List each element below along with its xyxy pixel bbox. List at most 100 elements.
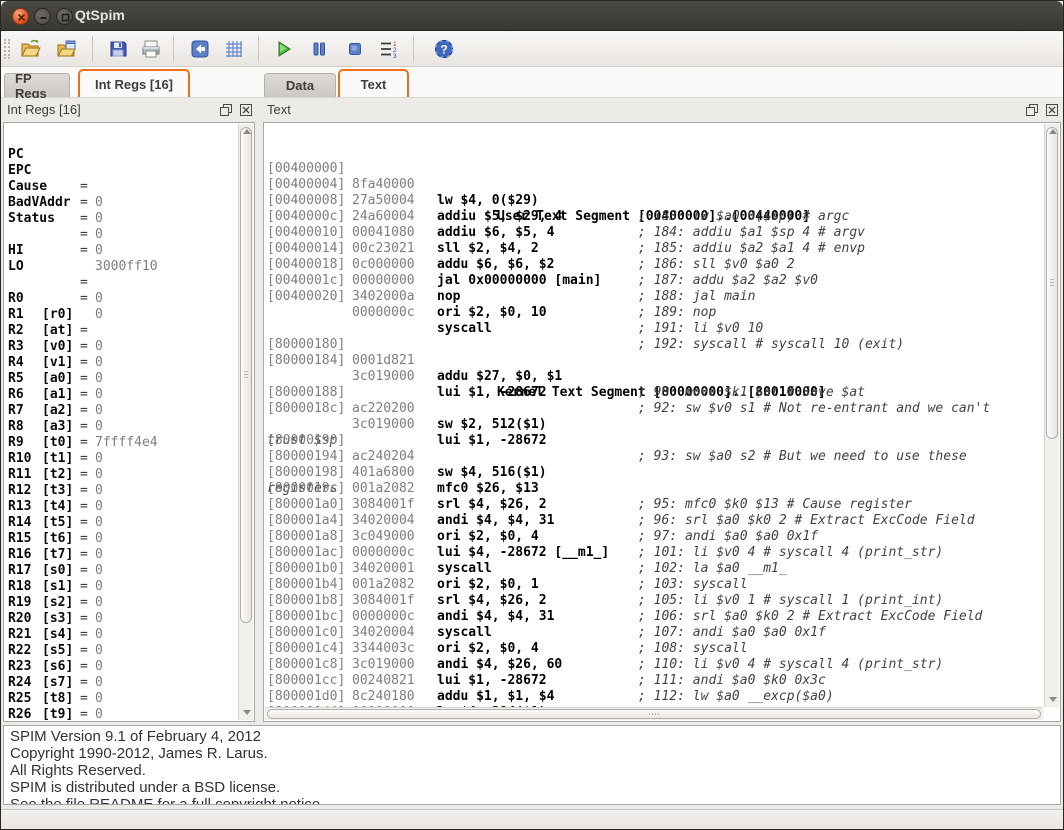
disassembly-line: [800001c8] 00240821 addu $1, $1, $4 [264, 641, 1060, 657]
float-panel-button[interactable] [219, 103, 233, 117]
tab-int-regs[interactable]: Int Regs [16] [78, 69, 190, 97]
disassembly-line: [800001a4] 3c049000 lui $4, -28672 [__m1… [264, 497, 1060, 513]
reinitialize-load-button[interactable] [54, 35, 80, 63]
console-line: SPIM Version 9.1 of February 4, 2012 [10, 728, 1054, 745]
register-row: R26 [k0] = 0 [4, 691, 254, 707]
registers-button[interactable] [221, 35, 247, 63]
undo-button[interactable] [187, 35, 213, 63]
register-row: Status = 3000ff10 [4, 195, 254, 211]
maximize-icon [59, 11, 72, 24]
toolbar-separator [413, 36, 414, 62]
disassembly-line: [0040000c] 00041080 sll $2, $4, 2 ; 186:… [264, 193, 1060, 209]
scroll-up-arrow-icon[interactable] [243, 129, 251, 134]
disassembly-line: [800001b4] 3084001f andi $4, $4, 31 ; 10… [264, 561, 1060, 577]
register-row: R24 [t8] = 0 [4, 659, 254, 675]
disassembly-line: [00400010] 00c23021 addu $6, $6, $2 ; 18… [264, 209, 1060, 225]
disassembly-line [264, 289, 1060, 305]
print-icon [140, 38, 162, 60]
register-row: R11 [t3] = 0 [4, 451, 254, 467]
close-panel-button[interactable] [239, 103, 253, 117]
close-panel-button[interactable] [1045, 103, 1059, 117]
register-row: R21 [s5] = 0 [4, 611, 254, 627]
disassembly-line: [800001a0] 34020004 ori $2, $0, 4 ; 101:… [264, 481, 1060, 497]
scrollbar-thumb[interactable] [267, 709, 1041, 719]
pause-button[interactable] [306, 35, 332, 63]
register-row: R25 [t9] = 0 [4, 675, 254, 691]
minimize-button[interactable] [34, 8, 51, 25]
tab-label: Data [286, 78, 314, 93]
register-row: R20 [s4] = 0 [4, 595, 254, 611]
text-vertical-scrollbar[interactable] [1044, 124, 1059, 707]
scroll-up-arrow-icon[interactable] [1049, 129, 1057, 134]
print-button[interactable] [138, 35, 164, 63]
main-area: Int Regs [16] PC [1, 98, 1063, 724]
register-row: Cause = 0 [4, 163, 254, 179]
register-row: R13 [t5] = 0 [4, 483, 254, 499]
maximize-button[interactable] [56, 8, 73, 25]
register-row: EPC = 0 [4, 147, 254, 163]
disassembly-line: trust $sp [264, 353, 1060, 369]
titlebar: QtSpim [1, 1, 1063, 31]
register-row: = [4, 211, 254, 227]
disassembly-line: [800001c0] 3344003c andi $4, $26, 60 ; 1… [264, 609, 1060, 625]
disassembly-line: [800001cc] 8c240180 lw $4, 384($1) [264, 657, 1060, 673]
register-row: R5 [a1] = 0 [4, 355, 254, 371]
console-line: All Rights Reserved. [10, 762, 1054, 779]
scroll-down-arrow-icon[interactable] [243, 710, 251, 715]
toolbar-drag-handle[interactable] [4, 39, 10, 59]
float-icon [219, 103, 233, 117]
register-row: R23 [s7] = 0 [4, 643, 254, 659]
open-file-button[interactable] [18, 35, 44, 63]
step-list-icon: 1 2 3 [379, 39, 399, 59]
scrollbar-thumb[interactable] [1046, 127, 1058, 439]
help-icon: ? [434, 39, 454, 59]
int-regs-content: PC = 0 EPC = 0 [3, 122, 255, 722]
disassembly-line: [00400000] 8fa40000 lw $4, 0($29) ; 183:… [264, 145, 1060, 161]
play-icon [275, 40, 293, 58]
close-panel-icon [1045, 103, 1059, 117]
panel-title: Text [267, 102, 291, 117]
disassembly-line: [0040001c] 3402000a ori $2, $0, 10 ; 191… [264, 257, 1060, 273]
tab-label: FP Regs [15, 71, 59, 101]
panel-title: Int Regs [16] [7, 102, 81, 117]
text-content: User Text Segment [00400000]..[00440000]… [263, 122, 1061, 722]
float-icon [1025, 103, 1039, 117]
register-row: BadVAddr = 0 [4, 179, 254, 195]
disassembly-line: [80000190] ac240204 sw $4, 516($1) [264, 417, 1060, 433]
run-button[interactable] [271, 35, 297, 63]
scroll-down-arrow-icon[interactable] [1049, 697, 1057, 702]
single-step-button[interactable]: 1 2 3 [376, 35, 402, 63]
tab-fp-regs[interactable]: FP Regs [4, 73, 70, 97]
tab-text[interactable]: Text [338, 69, 409, 97]
register-row: HI = 0 [4, 227, 254, 243]
svg-text:3: 3 [393, 53, 397, 59]
register-row: R14 [t6] = 0 [4, 499, 254, 515]
register-row: LO = 0 [4, 243, 254, 259]
toolbar: 1 2 3 ? [1, 31, 1063, 67]
register-row: R17 [s1] = 0 [4, 547, 254, 563]
close-button[interactable] [12, 8, 29, 25]
registers-vertical-scrollbar[interactable] [238, 124, 253, 720]
save-icon [108, 39, 128, 59]
disassembly-line: Kernel Text Segment [80000000]..[8001000… [264, 305, 1060, 321]
stop-button[interactable] [342, 35, 368, 63]
text-panel-header: Text [261, 98, 1063, 122]
toolbar-separator [92, 36, 93, 62]
register-row: R9 [t1] = 0 [4, 419, 254, 435]
stop-icon [347, 41, 363, 57]
register-row: R16 [s0] = 0 [4, 531, 254, 547]
int-regs-panel: Int Regs [16] PC [1, 98, 257, 724]
instruction-encoding: 0000000c [352, 721, 415, 722]
float-panel-button[interactable] [1025, 103, 1039, 117]
save-log-button[interactable] [105, 35, 131, 63]
help-button[interactable]: ? [431, 35, 457, 63]
scrollbar-thumb[interactable] [240, 127, 252, 623]
register-row: R7 [a3] = 0 [4, 387, 254, 403]
toolbar-separator [258, 36, 259, 62]
disassembly-line: [800001b8] 0000000c syscall ; 108: sysca… [264, 577, 1060, 593]
tab-data[interactable]: Data [264, 73, 336, 97]
register-row: PC = 0 [4, 131, 254, 147]
register-row: R10 [t2] = 0 [4, 435, 254, 451]
text-panel: Text [261, 98, 1063, 724]
text-horizontal-scrollbar[interactable] [265, 707, 1043, 720]
